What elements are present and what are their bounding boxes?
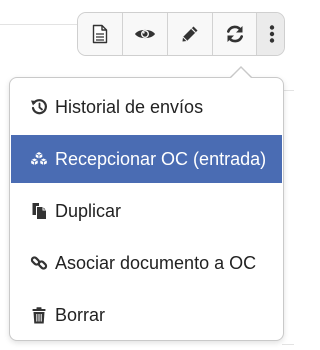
background-divider <box>0 24 78 25</box>
edit-button[interactable] <box>168 13 213 55</box>
view-document-button[interactable] <box>78 13 123 55</box>
menu-item-historial-envios[interactable]: Historial de envíos <box>11 83 282 131</box>
refresh-icon <box>226 25 243 43</box>
more-actions-dropdown: Historial de envíos Recepcionar OC (entr… <box>9 77 284 341</box>
menu-item-asociar-documento[interactable]: Asociar documento a OC <box>11 239 282 287</box>
menu-item-label: Duplicar <box>55 200 122 221</box>
preview-button[interactable] <box>123 13 168 55</box>
menu-item-label: Recepcionar OC (entrada) <box>55 148 267 169</box>
more-actions-button[interactable] <box>257 13 284 55</box>
dropdown-caret-fill <box>230 68 252 79</box>
menu-item-recepcionar-oc[interactable]: Recepcionar OC (entrada) <box>11 135 282 183</box>
screen: Historial de envíos Recepcionar OC (entr… <box>0 0 294 350</box>
row-actions-toolbar <box>77 12 285 56</box>
kebab-menu-icon <box>269 25 275 43</box>
refresh-button[interactable] <box>213 13 257 55</box>
document-icon <box>92 24 108 44</box>
pencil-icon <box>182 26 198 42</box>
eye-icon <box>135 29 155 39</box>
menu-item-label: Historial de envíos <box>55 96 204 117</box>
history-icon <box>29 97 49 117</box>
menu-item-label: Asociar documento a OC <box>55 252 257 273</box>
menu-item-borrar[interactable]: Borrar <box>11 291 282 339</box>
background-divider <box>282 344 294 345</box>
cubes-icon <box>29 149 49 169</box>
link-icon <box>29 253 49 273</box>
menu-item-duplicar[interactable]: Duplicar <box>11 187 282 235</box>
trash-icon <box>29 305 49 325</box>
menu-item-label: Borrar <box>55 304 106 325</box>
copy-icon <box>29 201 49 221</box>
